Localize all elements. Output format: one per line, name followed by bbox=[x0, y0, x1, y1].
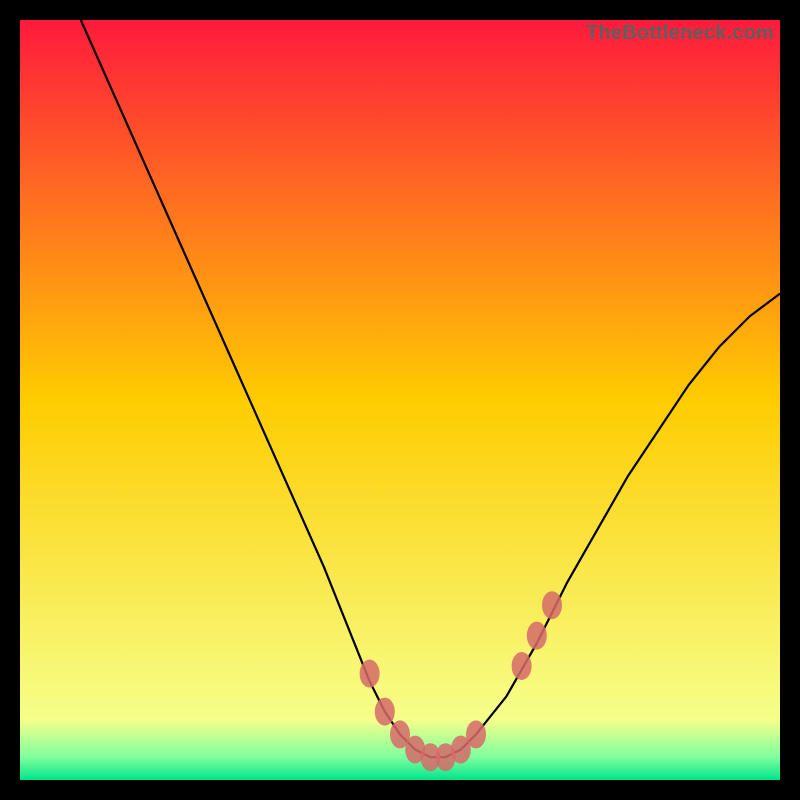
marker-dot bbox=[512, 652, 532, 680]
marker-dot bbox=[360, 660, 380, 688]
marker-dot bbox=[527, 622, 547, 650]
watermark-text: TheBottleneck.com bbox=[586, 22, 774, 45]
gradient-background bbox=[20, 20, 780, 780]
bottleneck-chart bbox=[20, 20, 780, 780]
marker-dot bbox=[466, 720, 486, 748]
marker-dot bbox=[375, 698, 395, 726]
marker-dot bbox=[542, 591, 562, 619]
chart-frame: TheBottleneck.com bbox=[20, 20, 780, 780]
